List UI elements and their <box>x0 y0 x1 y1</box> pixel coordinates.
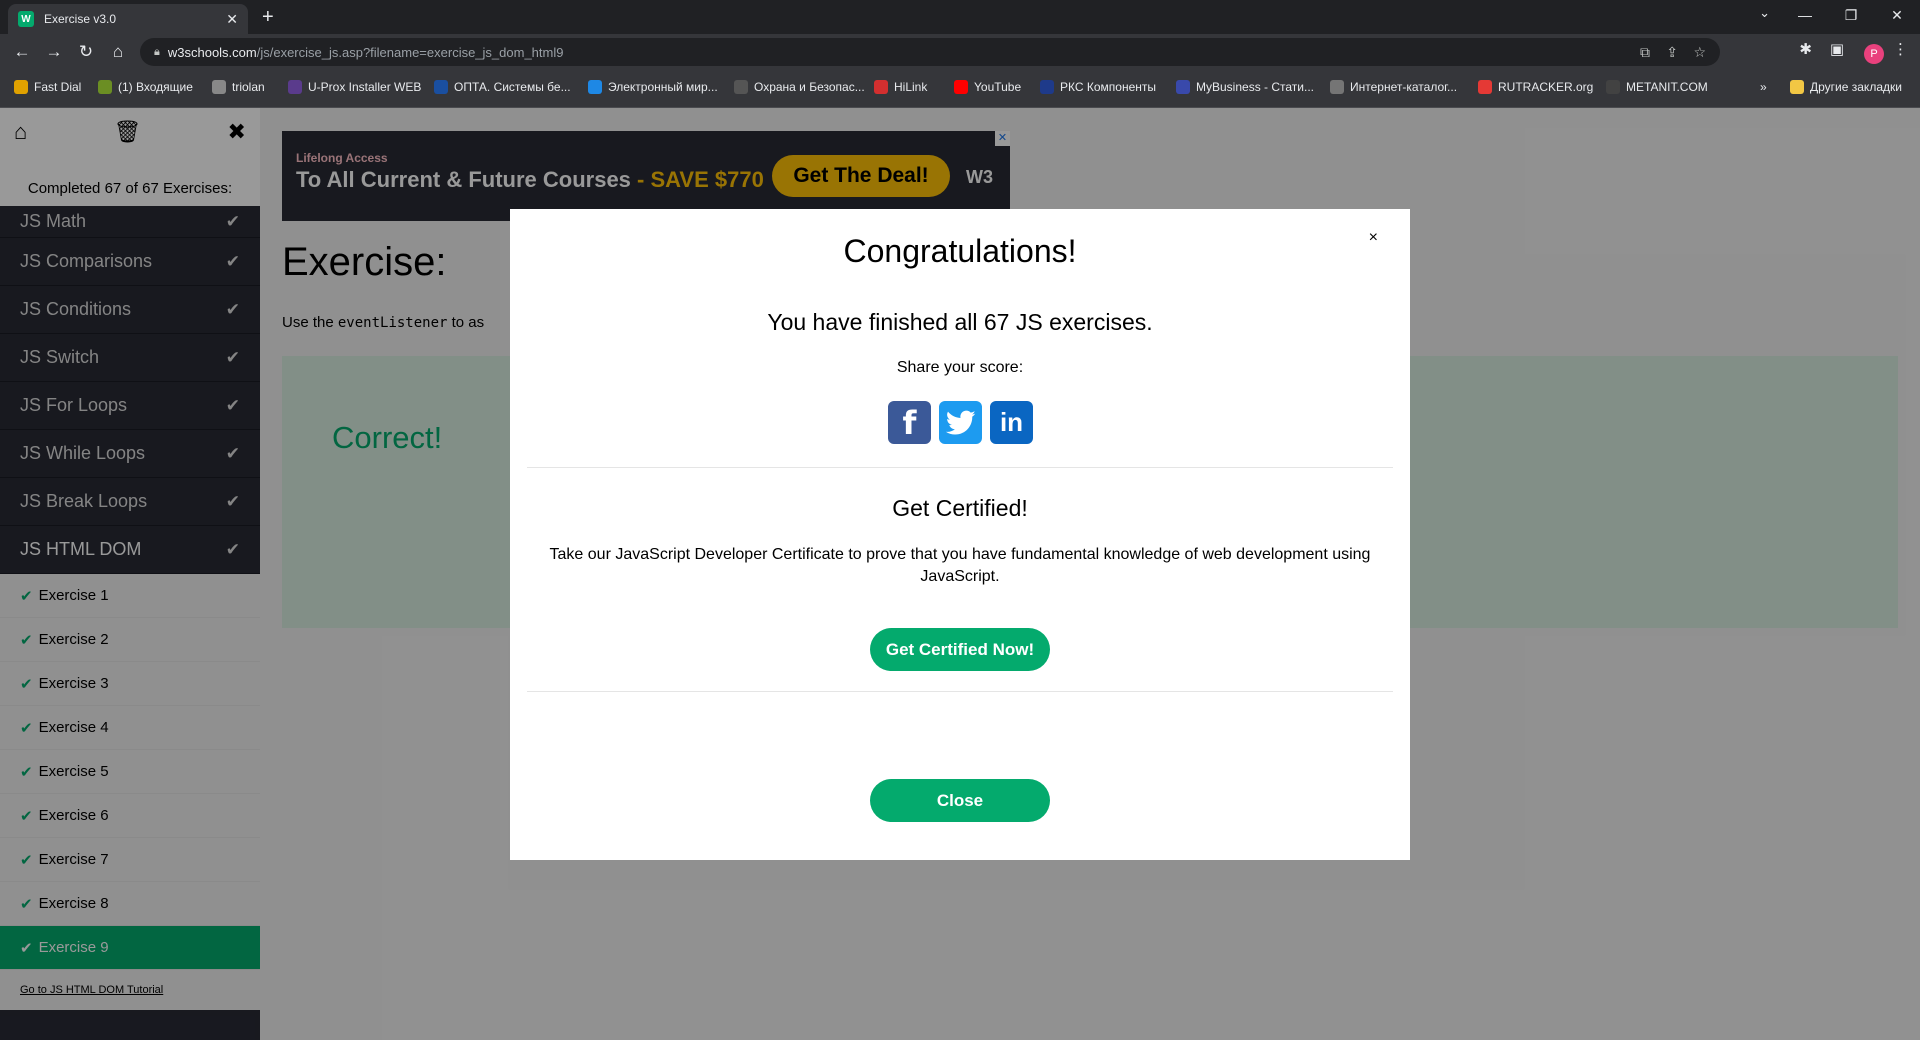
bookmark-item[interactable]: (1) Входящие <box>98 80 193 94</box>
bookmark-item[interactable]: Fast Dial <box>14 80 81 94</box>
lock-icon[interactable]: 🔒︎ <box>154 46 160 59</box>
get-certified-button[interactable]: Get Certified Now! <box>870 628 1050 671</box>
tab-title: Exercise v3.0 <box>44 12 117 26</box>
congratulations-modal: × Congratulations! You have finished all… <box>510 209 1410 860</box>
url-path: /js/exercise_js.asp?filename=exercise_js… <box>256 44 564 60</box>
bookmark-item[interactable]: RUTRACKER.org <box>1478 80 1593 94</box>
forward-icon[interactable]: → <box>42 40 66 64</box>
bookmark-label: Fast Dial <box>34 80 82 94</box>
bookmark-item[interactable]: YouTube <box>954 80 1021 94</box>
minimize-icon[interactable]: — <box>1782 0 1828 30</box>
modal-divider <box>527 691 1393 692</box>
bookmark-favicon-icon <box>1176 80 1190 94</box>
twitter-icon[interactable] <box>939 401 982 444</box>
bookmark-favicon-icon <box>1606 80 1620 94</box>
bookmark-label: (1) Входящие <box>118 80 193 94</box>
bookmark-label: Интернет-каталог... <box>1350 80 1458 94</box>
bookmark-favicon-icon <box>212 80 226 94</box>
bookmark-label: MyBusiness - Стати... <box>1196 80 1314 94</box>
bookmark-item[interactable]: Электронный мир... <box>588 80 718 94</box>
translate-icon[interactable]: ⧉ <box>1640 44 1650 61</box>
bookmark-item[interactable]: U-Prox Installer WEB <box>288 80 421 94</box>
reload-icon[interactable]: ↻ <box>74 40 98 64</box>
modal-divider <box>527 467 1393 468</box>
restore-icon[interactable]: ❐ <box>1828 0 1874 30</box>
w3schools-favicon-icon: W <box>18 11 34 27</box>
bookmark-label: U-Prox Installer WEB <box>308 80 422 94</box>
bookmark-favicon-icon <box>874 80 888 94</box>
more-bookmarks-icon[interactable]: » <box>1760 80 1767 94</box>
bookmark-label: Электронный мир... <box>608 80 718 94</box>
bookmark-favicon-icon <box>734 80 748 94</box>
bookmarks-bar: Fast Dial (1) Входящие triolan U-Prox Insta… <box>0 70 1920 108</box>
bookmark-favicon-icon <box>288 80 302 94</box>
bookmark-favicon-icon <box>1478 80 1492 94</box>
window-close-icon[interactable]: ✕ <box>1874 0 1920 30</box>
close-button[interactable]: Close <box>870 779 1050 822</box>
bookmark-item[interactable]: ОПТА. Системы бе... <box>434 80 571 94</box>
bookmark-label: РКС Компоненты <box>1060 80 1156 94</box>
bookmark-label: HiLink <box>894 80 928 94</box>
bookmark-label: METANIT.COM <box>1626 80 1708 94</box>
other-bookmarks[interactable]: Другие закладки <box>1790 80 1902 94</box>
certified-title: Get Certified! <box>892 495 1028 521</box>
back-icon[interactable]: ← <box>10 40 34 64</box>
social-share-buttons: f in <box>888 401 1033 444</box>
url-host: w3schools.com <box>167 44 257 60</box>
finished-text: You have finished all 67 JS exercises. <box>767 309 1153 335</box>
extensions-icon[interactable]: ✱ <box>1799 40 1812 58</box>
bookmark-label: triolan <box>232 80 265 94</box>
bookmark-item[interactable]: HiLink <box>874 80 927 94</box>
side-panel-icon[interactable]: ▣ <box>1830 40 1844 58</box>
modal-title: Congratulations! <box>843 233 1077 269</box>
bookmark-item[interactable]: Охрана и Безопас... <box>734 80 865 94</box>
tab-search-icon[interactable]: ⌄ <box>1759 5 1770 21</box>
bookmark-item[interactable]: MyBusiness - Стати... <box>1176 80 1314 94</box>
bookmark-favicon-icon <box>1040 80 1054 94</box>
bookmark-favicon-icon <box>14 80 28 94</box>
browser-tab[interactable]: W Exercise v3.0 ✕ <box>8 4 248 34</box>
folder-icon <box>1790 80 1804 94</box>
address-bar[interactable]: 🔒︎ w3schools.com/js/exercise_js.asp?file… <box>140 38 1720 66</box>
bookmark-favicon-icon <box>1330 80 1344 94</box>
bookmark-item[interactable]: METANIT.COM <box>1606 80 1708 94</box>
bookmark-favicon-icon <box>98 80 112 94</box>
linkedin-icon[interactable]: in <box>990 401 1033 444</box>
home-icon[interactable]: ⌂ <box>106 40 130 64</box>
bookmark-label: RUTRACKER.org <box>1498 80 1594 94</box>
share-score-label: Share your score: <box>896 359 1024 376</box>
tab-close-icon[interactable]: ✕ <box>226 11 238 28</box>
browser-tab-strip: W Exercise v3.0 ✕ + ⌄ — ❐ ✕ <box>0 0 1920 34</box>
new-tab-icon[interactable]: + <box>262 6 274 29</box>
bookmark-label: Охрана и Безопас... <box>754 80 865 94</box>
certified-description: Take our JavaScript Developer Certificat… <box>549 546 1371 585</box>
bookmark-star-icon[interactable]: ☆ <box>1693 44 1706 61</box>
share-icon[interactable]: ⇪ <box>1666 44 1678 61</box>
bookmark-item[interactable]: РКС Компоненты <box>1040 80 1156 94</box>
browser-toolbar: ← → ↻ ⌂ 🔒︎ w3schools.com/js/exercise_js.… <box>0 34 1920 70</box>
profile-avatar[interactable]: P <box>1864 44 1884 64</box>
bookmark-favicon-icon <box>588 80 602 94</box>
bookmark-label: ОПТА. Системы бе... <box>454 80 571 94</box>
facebook-icon[interactable]: f <box>888 401 931 444</box>
bookmark-item[interactable]: triolan <box>212 80 265 94</box>
bookmark-item[interactable]: Интернет-каталог... <box>1330 80 1457 94</box>
bookmark-favicon-icon <box>434 80 448 94</box>
bookmark-label: YouTube <box>974 80 1022 94</box>
other-bookmarks-label: Другие закладки <box>1810 80 1902 94</box>
bookmark-favicon-icon <box>954 80 968 94</box>
browser-menu-icon[interactable]: ⋮ <box>1893 40 1908 58</box>
